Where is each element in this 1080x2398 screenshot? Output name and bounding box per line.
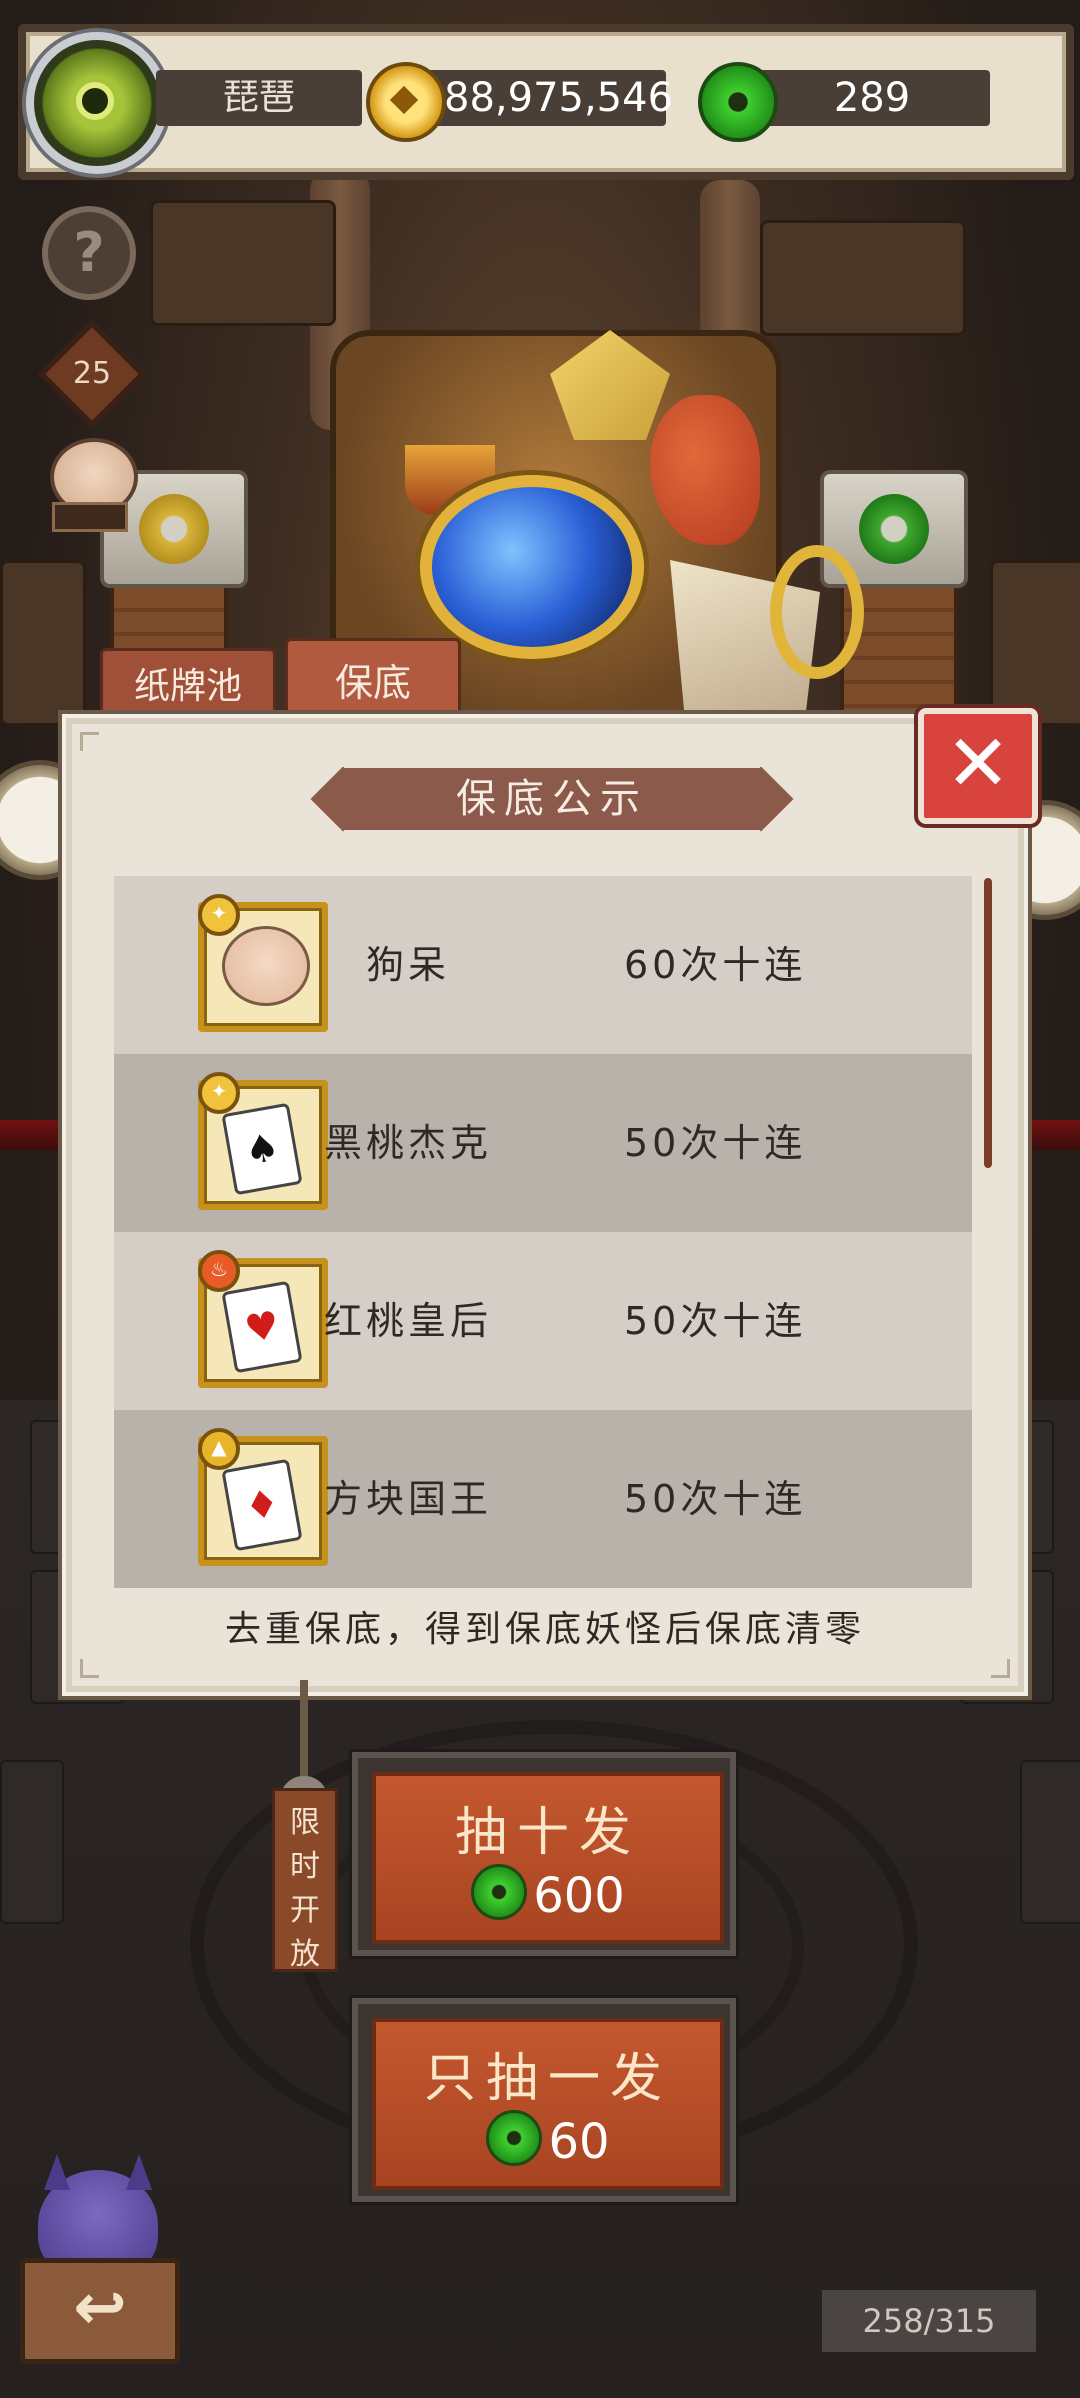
list-item: ♨ ♥ 红桃皇后 50次十连 [114, 1232, 972, 1410]
player-avatar[interactable] [26, 32, 168, 174]
limited-tag-char: 限 [290, 1805, 320, 1840]
jade-coin-icon [486, 2110, 543, 2166]
item-count: 50次十连 [624, 1477, 807, 1521]
tab-card-pool[interactable]: 纸牌池 [100, 648, 276, 723]
dog-icon [222, 926, 310, 1006]
draw-one-label: 只抽一发 [423, 2049, 672, 2109]
collection-progress: 258/315 [822, 2290, 1036, 2352]
jade-coin-icon [471, 1864, 528, 1920]
monster-card: ✦ ♠ [198, 1072, 328, 1210]
rope-decoration [300, 1680, 308, 1776]
draw-one-button[interactable]: 只抽一发 60 [352, 1998, 736, 2202]
fire-icon: ♨ [198, 1250, 240, 1292]
list-item: ▲ ♦ 方块国王 50次十连 [114, 1410, 972, 1588]
item-name: 黑桃杰克 [323, 1121, 492, 1165]
panel-title: 保底公示 [342, 768, 762, 830]
pet-plate [52, 502, 128, 532]
heart-card-icon: ♥ [221, 1280, 303, 1374]
close-button[interactable]: ✕ [918, 708, 1038, 824]
jade-coin-icon [698, 62, 778, 142]
guarantee-list[interactable]: ✦ 狗呆 60次十连 ✦ ♠ 黑桃杰克 50次十连 ♨ ♥ 红桃皇后 50次十连… [114, 876, 972, 1592]
list-scrollbar[interactable] [984, 878, 992, 1168]
draw-ten-label: 抽十发 [454, 1803, 641, 1863]
player-name: 琵琶 [156, 70, 362, 126]
limited-tag-char: 开 [290, 1893, 320, 1928]
monster-card: ✦ [198, 894, 328, 1032]
item-name: 红桃皇后 [323, 1299, 492, 1343]
gold-coin-icon [366, 62, 446, 142]
limited-tag-char: 放 [290, 1937, 320, 1972]
limited-tag-char: 时 [290, 1849, 320, 1884]
item-count: 50次十连 [624, 1299, 807, 1343]
back-button[interactable]: ↩ [20, 2170, 180, 2364]
draw-one-price: 60 [376, 2110, 720, 2170]
back-arrow-icon: ↩ [20, 2258, 180, 2364]
tab-guarantee[interactable]: 保底 [285, 638, 461, 725]
item-count: 50次十连 [624, 1121, 807, 1165]
monster-card: ♨ ♥ [198, 1250, 328, 1388]
item-name: 狗呆 [365, 943, 450, 987]
guarantee-panel: 保底公示 ✦ 狗呆 60次十连 ✦ ♠ 黑桃杰克 50次十连 ♨ ♥ 红桃皇后 … [66, 718, 1024, 1692]
list-item: ✦ 狗呆 60次十连 [114, 876, 972, 1054]
item-name: 方块国王 [323, 1477, 492, 1521]
list-item: ✦ ♠ 黑桃杰克 50次十连 [114, 1054, 972, 1232]
draw-ten-button[interactable]: 抽十发 600 [352, 1752, 736, 1956]
item-count: 60次十连 [624, 943, 807, 987]
spade-card-icon: ♠ [221, 1102, 303, 1196]
monster-card: ▲ ♦ [198, 1428, 328, 1566]
diamond-card-icon: ♦ [221, 1458, 303, 1552]
help-icon[interactable]: ? [42, 206, 136, 300]
star-icon: ✦ [198, 894, 240, 936]
triangle-icon: ▲ [198, 1428, 240, 1470]
footer-note: 去重保底，得到保底妖怪后保底清零 [224, 1609, 865, 1650]
limited-time-tag: 限 时 开 放 [272, 1788, 338, 1972]
star-icon: ✦ [198, 1072, 240, 1114]
draw-ten-price: 600 [376, 1864, 720, 1924]
level-number: 25 [72, 356, 112, 391]
